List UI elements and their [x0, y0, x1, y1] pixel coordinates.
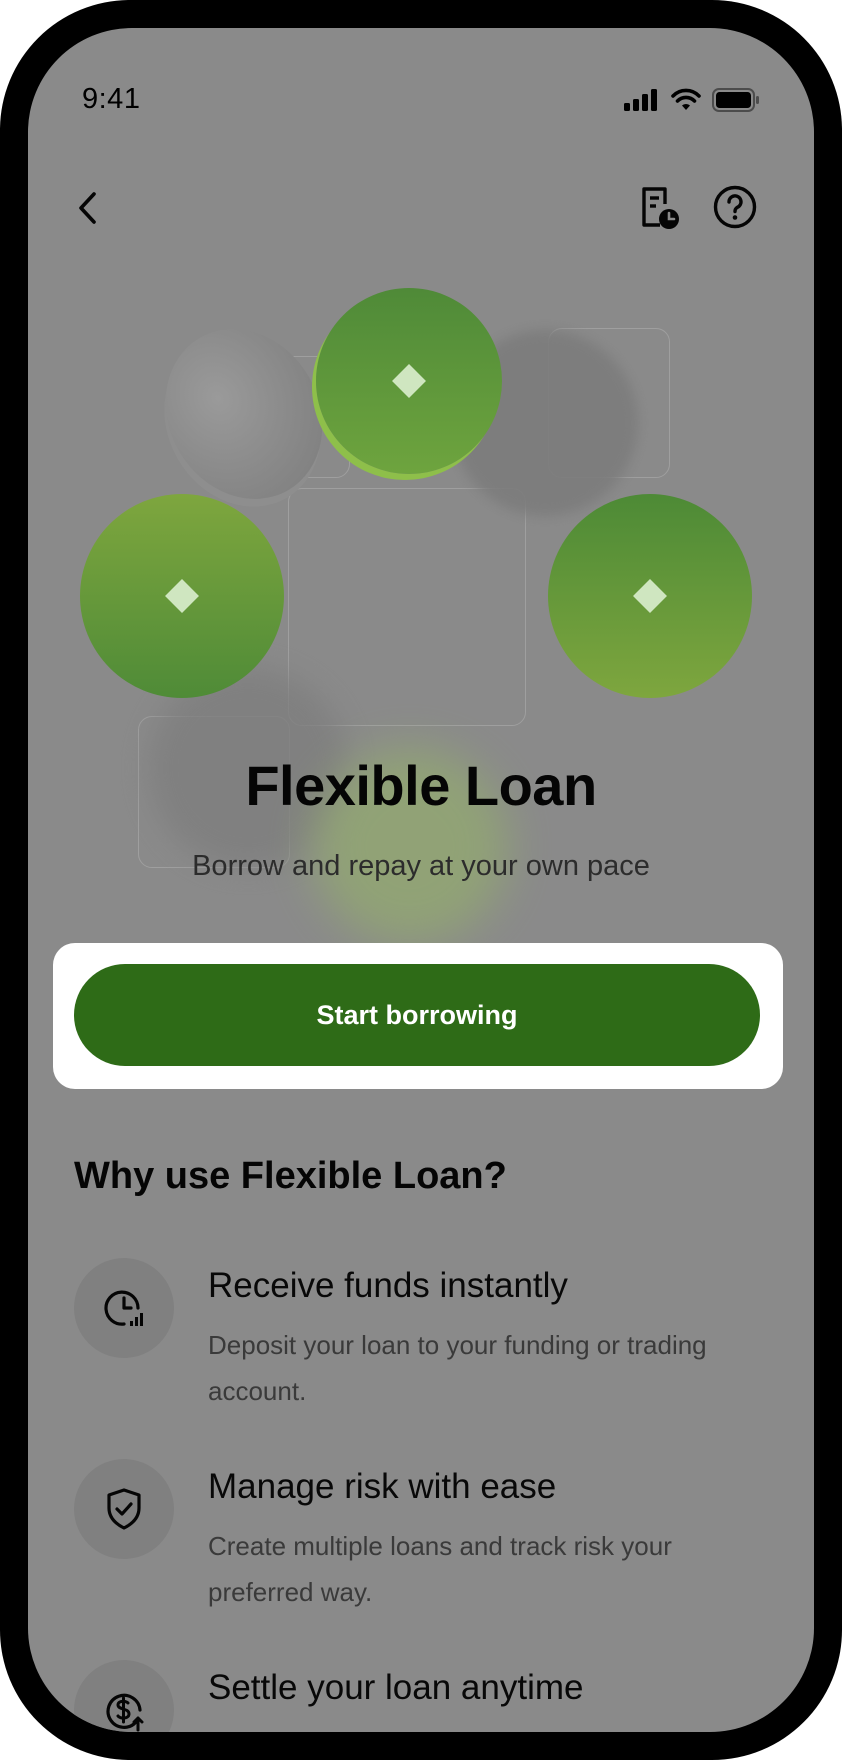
- device-frame: 9:41 Flexible Loan Borrow and repay at y…: [0, 0, 842, 1760]
- benefit-title: Manage risk with ease: [208, 1467, 557, 1506]
- status-bar: 9:41: [28, 28, 814, 148]
- shield-check-icon: [107, 1488, 141, 1530]
- status-icons: [624, 88, 760, 112]
- page-title: Flexible Loan: [245, 754, 597, 817]
- start-borrowing-button[interactable]: Start borrowing: [74, 964, 760, 1066]
- benefit-icon-circle: [74, 1258, 174, 1358]
- diamond-icon: [392, 364, 426, 398]
- benefit-item: Settle your loan anytime: [74, 1660, 774, 1732]
- question-circle-icon: [713, 185, 757, 229]
- wifi-icon: [671, 88, 701, 110]
- battery-icon: [712, 88, 759, 112]
- dollar-arrow-icon: [106, 1693, 144, 1732]
- cellular-signal-icon: [624, 89, 657, 111]
- benefit-description: Create multiple loans and track risk you…: [208, 1531, 672, 1607]
- coin-green: [80, 494, 284, 698]
- benefit-item: Manage risk with ease Create multiple lo…: [74, 1459, 774, 1619]
- status-time: 9:41: [82, 83, 141, 115]
- benefit-title: Settle your loan anytime: [208, 1668, 584, 1707]
- grid-tile: [288, 488, 526, 726]
- page-subtitle: Borrow and repay at your own pace: [192, 850, 650, 882]
- clock-signal-icon: [104, 1290, 143, 1326]
- chevron-left-icon: [79, 192, 96, 224]
- benefit-title: Receive funds instantly: [208, 1266, 568, 1305]
- diamond-icon: [165, 579, 199, 613]
- hero-illustration: [28, 248, 814, 948]
- screen: 9:41 Flexible Loan Borrow and repay at y…: [28, 28, 814, 1732]
- top-navigation: [28, 168, 814, 248]
- benefit-icon-circle: [74, 1660, 174, 1732]
- loan-history-button[interactable]: [632, 182, 682, 232]
- benefit-description: Deposit your loan to your funding or tra…: [208, 1330, 707, 1406]
- back-button[interactable]: [64, 184, 112, 232]
- cta-highlight: Start borrowing: [53, 943, 783, 1089]
- benefit-item: Receive funds instantly Deposit your loa…: [74, 1258, 774, 1418]
- coin-green: [548, 494, 752, 698]
- section-heading: Why use Flexible Loan?: [74, 1155, 507, 1197]
- coin-green: [316, 288, 502, 474]
- diamond-icon: [633, 579, 667, 613]
- benefit-icon-circle: [74, 1459, 174, 1559]
- help-button[interactable]: [710, 182, 760, 232]
- document-clock-icon: [642, 187, 679, 229]
